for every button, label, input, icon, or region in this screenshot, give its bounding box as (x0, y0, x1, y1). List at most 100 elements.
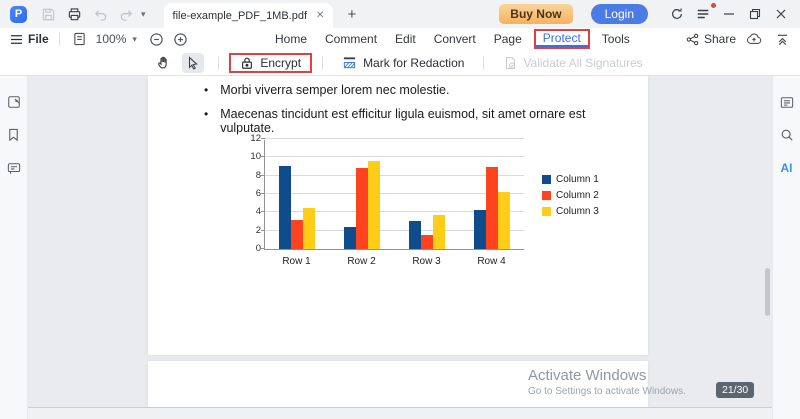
sync-icon[interactable] (666, 4, 688, 24)
legend-entry: Column 2 (542, 190, 599, 201)
menu-tabs: HomeCommentEditConvertPageProtectTools (266, 28, 639, 50)
bullet-item: Maecenas tincidunt est efficitur ligula … (204, 107, 634, 135)
menu-tab-comment[interactable]: Comment (316, 30, 386, 48)
collapse-toolbar-icon[interactable] (772, 30, 792, 48)
protect-toolbar: Encrypt Mark for Redaction Validate All … (0, 50, 800, 76)
document-canvas[interactable]: Morbi viverra semper lorem nec molestie.… (28, 76, 772, 419)
login-button[interactable]: Login (591, 4, 648, 24)
ai-label: AI (781, 161, 793, 175)
y-axis-label: 10 (237, 151, 261, 162)
bar-chart: 024681012 Row 1Row 2Row 3Row 4 Column 1C… (236, 132, 608, 280)
legend-label: Column 2 (556, 190, 599, 201)
select-tool-icon[interactable] (182, 53, 204, 73)
bar (433, 215, 445, 249)
bar (474, 210, 486, 249)
minimize-icon[interactable] (718, 4, 740, 24)
zoom-in-icon[interactable] (171, 30, 191, 48)
undo-icon[interactable] (90, 4, 110, 24)
x-axis-label: Row 3 (394, 256, 459, 267)
bar (486, 167, 498, 250)
menu-tab-page[interactable]: Page (485, 30, 531, 48)
pdf-page: Morbi viverra semper lorem nec molestie.… (148, 76, 648, 355)
hand-tool-icon[interactable] (152, 53, 174, 73)
redaction-icon (342, 56, 357, 70)
annotations-list-icon[interactable] (779, 94, 795, 110)
validate-signature-icon (503, 56, 517, 70)
encrypt-label: Encrypt (260, 56, 301, 70)
horizontal-scrollbar[interactable] (28, 407, 772, 419)
legend-label: Column 3 (556, 206, 599, 217)
bar-group-row-4 (459, 140, 524, 249)
validate-signatures-button[interactable]: Validate All Signatures (494, 54, 651, 72)
zoom-caret-icon[interactable]: ▾ (132, 34, 137, 45)
document-tab[interactable]: file-example_PDF_1MB.pdf ✕ (164, 3, 334, 28)
thumbnails-panel-icon[interactable] (6, 94, 22, 110)
notifications-menu-icon[interactable] (692, 4, 714, 24)
redaction-label: Mark for Redaction (363, 56, 464, 70)
bar-group-row-3 (395, 140, 460, 249)
legend-swatch (542, 207, 551, 216)
legend-swatch (542, 191, 551, 200)
share-icon (686, 33, 699, 46)
bullet-item: Morbi viverra semper lorem nec molestie. (204, 83, 634, 97)
chart-legend: Column 1 Column 2 Column 3 (542, 174, 599, 217)
chart-x-labels: Row 1Row 2Row 3Row 4 (264, 256, 524, 267)
y-axis-label: 4 (237, 206, 261, 217)
file-menu-button[interactable]: File (10, 32, 49, 46)
bookmarks-panel-icon[interactable] (6, 127, 22, 143)
bar-group-row-1 (265, 140, 330, 249)
redo-icon[interactable] (116, 4, 136, 24)
bar (303, 208, 315, 249)
x-axis-label: Row 1 (264, 256, 329, 267)
file-menu-label: File (28, 32, 49, 46)
vertical-scrollbar[interactable] (765, 268, 770, 316)
x-axis-label: Row 4 (459, 256, 524, 267)
buy-now-button[interactable]: Buy Now (499, 4, 572, 24)
notification-dot (711, 3, 716, 8)
restore-icon[interactable] (744, 4, 766, 24)
cloud-icon[interactable] (744, 30, 764, 48)
bars-row (265, 140, 524, 249)
y-axis-label: 6 (237, 188, 261, 199)
print-icon[interactable] (64, 4, 84, 24)
hamburger-icon (10, 33, 23, 46)
share-button[interactable]: Share (686, 32, 736, 46)
page-view-icon[interactable] (70, 30, 90, 48)
left-sidebar (0, 76, 28, 419)
bar (421, 235, 433, 249)
menu-tab-tools[interactable]: Tools (593, 30, 639, 48)
ai-assistant-icon[interactable]: AI (779, 160, 795, 176)
zoom-level-value[interactable]: 100% (96, 32, 127, 46)
validate-label: Validate All Signatures (523, 56, 642, 70)
bar (291, 220, 303, 249)
page-indicator-badge: 21/30 (716, 382, 754, 398)
menu-tab-convert[interactable]: Convert (425, 30, 485, 48)
zoom-out-icon[interactable] (147, 30, 167, 48)
bar (368, 161, 380, 249)
mark-for-redaction-button[interactable]: Mark for Redaction (333, 54, 473, 72)
menu-tab-home[interactable]: Home (266, 30, 316, 48)
comments-panel-icon[interactable] (6, 160, 22, 176)
app-logo-icon: P (10, 6, 27, 23)
legend-swatch (542, 175, 551, 184)
encrypt-button[interactable]: Encrypt (229, 53, 312, 73)
share-label: Share (704, 32, 736, 46)
x-axis-label: Row 2 (329, 256, 394, 267)
main-area: Morbi viverra semper lorem nec molestie.… (0, 76, 800, 419)
menubar: File 100% ▾ HomeCommentEditConvertPagePr… (0, 28, 800, 50)
y-tick (261, 138, 265, 139)
document-tab-title: file-example_PDF_1MB.pdf (173, 10, 308, 22)
menu-tab-edit[interactable]: Edit (386, 30, 425, 48)
menu-tab-protect[interactable]: Protect (534, 29, 590, 49)
close-window-icon[interactable] (770, 4, 792, 24)
tab-close-icon[interactable]: ✕ (316, 10, 324, 21)
bar-group-row-2 (330, 140, 395, 249)
bar (356, 168, 368, 249)
titlebar-more-caret-icon[interactable]: ▾ (141, 9, 146, 20)
new-tab-icon[interactable]: + (347, 6, 356, 23)
y-axis-label: 12 (237, 133, 261, 144)
legend-label: Column 1 (556, 174, 599, 185)
search-icon[interactable] (779, 127, 795, 143)
legend-entry: Column 3 (542, 206, 599, 217)
save-icon[interactable] (38, 4, 58, 24)
